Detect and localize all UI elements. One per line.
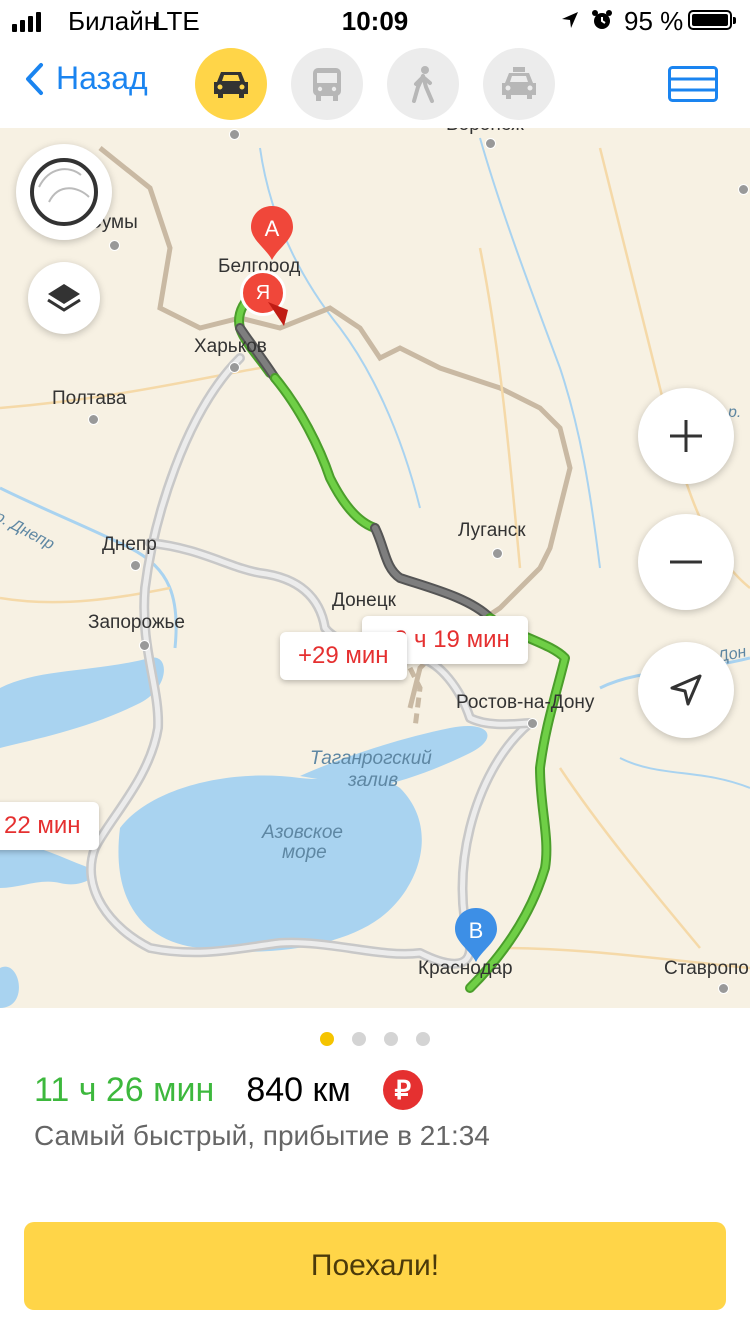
route-summary: 11 ч 26 мин 840 км ₽ bbox=[34, 1070, 423, 1110]
bus-icon bbox=[313, 68, 341, 101]
traffic-icon bbox=[30, 158, 98, 226]
location-arrow-icon bbox=[562, 12, 578, 28]
mode-taxi-button[interactable] bbox=[483, 48, 555, 120]
navigation-bar: Назад bbox=[0, 40, 750, 128]
back-label: Назад bbox=[56, 60, 148, 96]
route-subtitle: Самый быстрый, прибытие в 21:34 bbox=[34, 1120, 490, 1151]
car-icon bbox=[214, 72, 248, 98]
city-dot bbox=[527, 718, 538, 729]
pedestrian-icon bbox=[412, 66, 434, 103]
route-list-button[interactable] bbox=[668, 66, 718, 102]
city-label-rostov: Ростов-на-Дону bbox=[456, 692, 595, 713]
toll-road-icon: ₽ bbox=[382, 1070, 423, 1110]
lake bbox=[0, 845, 93, 888]
black-sea bbox=[0, 966, 19, 1008]
city-dot bbox=[88, 414, 99, 425]
city-label-dnepr: Днепр bbox=[102, 534, 157, 555]
city-dot bbox=[229, 129, 240, 140]
battery-icon bbox=[688, 10, 736, 30]
navigation-arrow-icon bbox=[670, 674, 702, 706]
city-label-lugansk: Луганск bbox=[458, 520, 526, 541]
taxi-icon bbox=[502, 67, 536, 99]
route-distance: 840 км bbox=[246, 1070, 351, 1109]
city-label-donetsk: Донецк bbox=[332, 590, 396, 611]
city-label-zaporozhye: Запорожье bbox=[88, 612, 185, 633]
status-bar: Билайн LTE 10:09 95 % bbox=[0, 0, 750, 40]
start-marker-letter: A bbox=[264, 216, 280, 241]
city-dot bbox=[485, 138, 496, 149]
city-dot bbox=[130, 560, 141, 571]
locate-me-button[interactable] bbox=[638, 642, 734, 738]
zoom-in-button[interactable] bbox=[638, 388, 734, 484]
alt-route-badge-3[interactable]: 22 мин bbox=[0, 802, 99, 850]
minus-icon bbox=[670, 560, 702, 564]
city-dot bbox=[109, 240, 120, 251]
water-label-azov-1: Азовское bbox=[262, 822, 343, 843]
water-label-taganrog-2: залив bbox=[348, 770, 399, 791]
route-card[interactable]: 11 ч 26 мин 840 км ₽ Самый быстрый, приб… bbox=[0, 1008, 750, 1334]
layers-button[interactable] bbox=[28, 262, 100, 334]
city-dot bbox=[738, 184, 749, 195]
city-label-kharkov: Харьков bbox=[194, 336, 267, 357]
city-dot bbox=[492, 548, 503, 559]
pager-dot[interactable] bbox=[384, 1032, 398, 1046]
sea-of-azov bbox=[118, 775, 422, 952]
alt-route-badge-2[interactable]: +29 мин bbox=[280, 632, 407, 680]
city-label-voronezh: Воронеж bbox=[446, 128, 524, 136]
pager-dot[interactable] bbox=[416, 1032, 430, 1046]
mode-car-button[interactable] bbox=[195, 48, 267, 120]
route-pager[interactable] bbox=[0, 1032, 750, 1046]
zoom-out-button[interactable] bbox=[638, 514, 734, 610]
pager-dot-active[interactable] bbox=[320, 1032, 334, 1046]
city-label-stavropol: Ставропо bbox=[664, 958, 749, 979]
alarm-icon bbox=[592, 10, 612, 29]
kakhovka-reservoir bbox=[0, 657, 164, 748]
map-view[interactable]: Воронеж Сумы Белгород Харьков Полтава Дн… bbox=[0, 128, 750, 1008]
heading-arrow-icon bbox=[268, 302, 288, 326]
pager-dot[interactable] bbox=[352, 1032, 366, 1046]
city-label-poltava: Полтава bbox=[52, 388, 127, 409]
road bbox=[558, 767, 701, 949]
mode-bus-button[interactable] bbox=[291, 48, 363, 120]
back-button[interactable]: Назад bbox=[24, 60, 148, 97]
city-dot bbox=[718, 983, 729, 994]
end-marker[interactable]: B bbox=[452, 906, 500, 964]
battery-percent: 95 % bbox=[624, 6, 684, 36]
water-label-taganrog-1: Таганрогский bbox=[310, 748, 432, 769]
chevron-left-icon bbox=[26, 62, 43, 95]
plus-icon bbox=[670, 420, 702, 452]
city-dot bbox=[229, 362, 240, 373]
water-label-azov-2: море bbox=[282, 842, 327, 863]
mode-walk-button[interactable] bbox=[387, 48, 459, 120]
river bbox=[619, 757, 750, 789]
list-icon bbox=[668, 66, 718, 102]
traffic-button[interactable] bbox=[16, 144, 112, 240]
route-duration: 11 ч 26 мин bbox=[34, 1070, 215, 1109]
city-dot bbox=[139, 640, 150, 651]
end-marker-letter: B bbox=[468, 918, 484, 943]
start-marker[interactable]: A bbox=[248, 204, 296, 262]
layers-icon bbox=[47, 284, 81, 312]
start-navigation-button[interactable]: Поехали! bbox=[24, 1222, 726, 1310]
